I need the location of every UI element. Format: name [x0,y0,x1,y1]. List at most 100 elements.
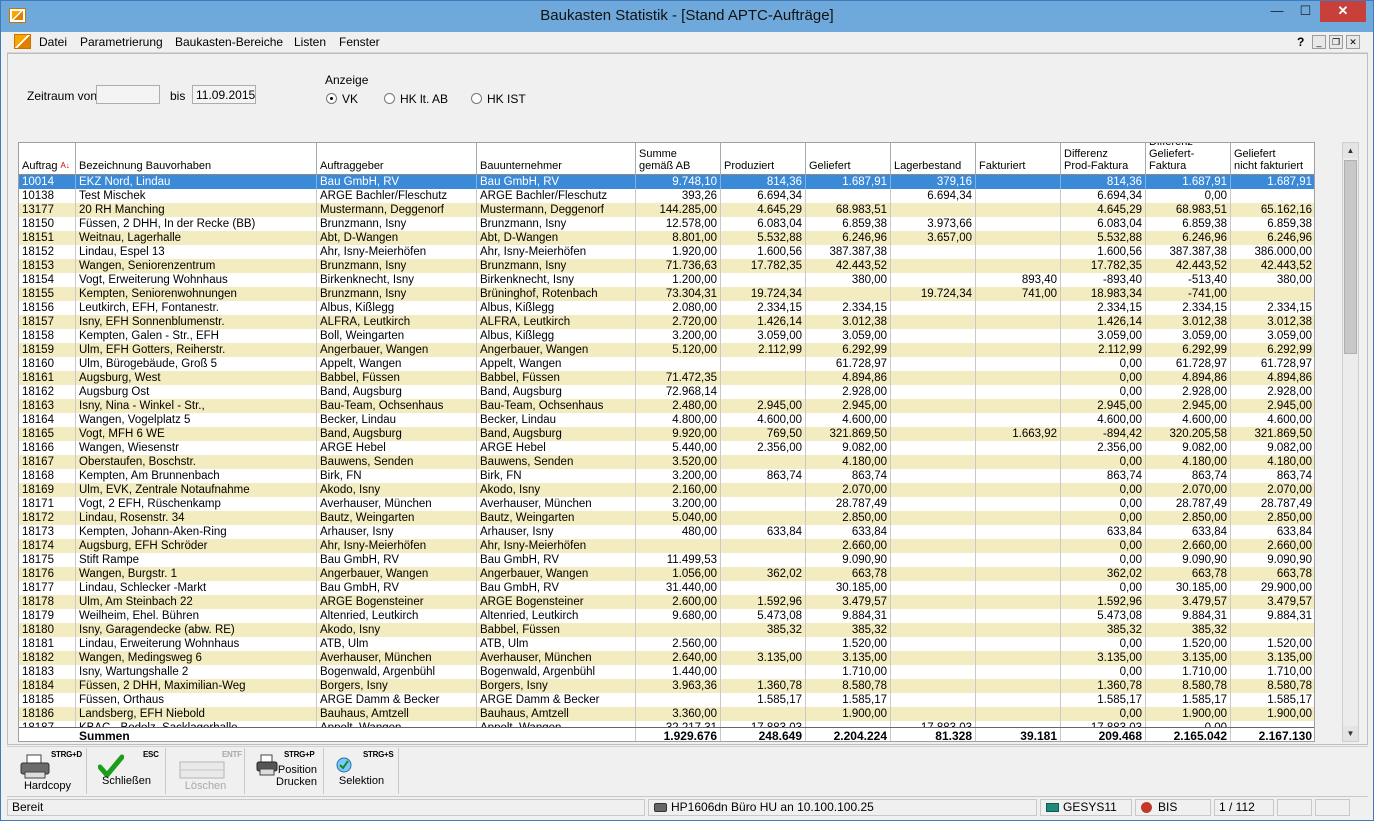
menu-datei[interactable]: Datei [39,35,67,49]
table-row[interactable]: 18163 Isny, Nina - Winkel - Str., Bau-Team… [19,399,1314,413]
document-icon[interactable] [14,34,31,49]
loeschen-button[interactable]: ENTF Löschen [167,748,245,794]
menu-listen[interactable]: Listen [294,35,326,49]
cell-geliefert-nicht-fakturiert: 633,84 [1231,525,1314,539]
table-row[interactable]: 18166 Wangen, Wiesenstr ARGE Hebel ARGE Heb… [19,441,1314,455]
close-button[interactable]: ✕ [1320,1,1366,22]
mdi-minimize-icon[interactable]: _ [1312,35,1326,49]
selektion-button[interactable]: STRG+S Selektion [325,748,399,794]
table-row[interactable]: 18168 Kempten, Am Brunnenbach Birk, FN Birk… [19,469,1314,483]
statistics-table[interactable]: Auftrag A↓ Bezeichnung Bauvorhaben Auftragg… [18,142,1315,742]
cell-bauunternehmer: Ahr, Isny-Meierhöfen [477,539,636,553]
minimize-button[interactable]: — [1263,1,1291,22]
table-row[interactable]: 18179 Weilheim, Ehel. Bühren Altenried, Le… [19,609,1314,623]
column-header-label: Auftraggeber [320,160,384,172]
cell-auftraggeber: ARGE Bogensteiner [317,595,477,609]
cell-diff-geliefert-faktura: 320.205,58 [1146,427,1231,441]
table-row[interactable]: 18173 Kempten, Johann-Aken-Ring Arhauser, … [19,525,1314,539]
table-row[interactable]: 18171 Vogt, 2 EFH, Rüschenkamp Averhauser,… [19,497,1314,511]
column-header-geliefert-nicht-fakturiert[interactable]: Geliefert nicht fakturiert [1231,143,1314,175]
menu-fenster[interactable]: Fenster [339,35,380,49]
table-row[interactable]: 18181 Lindau, Erweiterung Wohnhaus ATB, Ul… [19,637,1314,651]
radio-hk-ist[interactable] [471,93,482,104]
table-row[interactable]: 18172 Lindau, Rosenstr. 34 Bautz, Weingart… [19,511,1314,525]
table-row[interactable]: 18180 Isny, Garagendecke (abw. RE) Akodo, … [19,623,1314,637]
column-header-produziert[interactable]: Produziert [721,143,806,175]
column-header-auftraggeber[interactable]: Auftraggeber [317,143,477,175]
table-row[interactable]: 18176 Wangen, Burgstr. 1 Angerbauer, Wange… [19,567,1314,581]
date-from-field[interactable] [96,85,160,104]
radio-vk[interactable] [326,93,337,104]
column-header-fakturiert[interactable]: Fakturiert [976,143,1061,175]
column-header-diff-geliefert-faktura[interactable]: Differenz Geliefert-Faktura [1146,143,1231,175]
table-row[interactable]: 18152 Lindau, Espel 13 Ahr, Isny-Meierhöfe… [19,245,1314,259]
maximize-button[interactable]: ☐ [1292,1,1319,22]
table-row[interactable]: 18185 Füssen, Orthaus ARGE Damm & Becker AR… [19,693,1314,707]
table-row[interactable]: 18167 Oberstaufen, Boschstr. Bauwens, Send… [19,455,1314,469]
table-row[interactable]: 18155 Kempten, Seniorenwohnungen Brunzmann… [19,287,1314,301]
cell-produziert: 1.360,78 [721,679,806,693]
schliessen-button[interactable]: ESC Schließen [88,748,166,794]
column-header-diff-prod-faktura[interactable]: Differenz Prod-Faktura [1061,143,1146,175]
table-row[interactable]: 18165 Vogt, MFH 6 WE Band, Augsburg Band, A… [19,427,1314,441]
radio-hk-ab-label[interactable]: HK lt. AB [400,92,448,106]
table-row[interactable]: 18178 Ulm, Am Steinbach 22 ARGE Bogenstein… [19,595,1314,609]
cell-diff-prod-faktura: 0,00 [1061,483,1146,497]
scroll-up-icon[interactable]: ▲ [1343,143,1358,158]
column-header-bezeichnung[interactable]: Bezeichnung Bauvorhaben [76,143,317,175]
table-row[interactable]: 18154 Vogt, Erweiterung Wohnhaus Birkenkne… [19,273,1314,287]
radio-vk-label[interactable]: VK [342,92,358,106]
cell-summe: 3.520,00 [636,455,721,469]
column-header-auftrag[interactable]: Auftrag A↓ [19,143,76,175]
position-drucken-button[interactable]: STRG+P Position Drucken [246,748,324,794]
menu-baukasten-bereiche[interactable]: Baukasten-Bereiche [175,35,283,49]
table-row[interactable]: 18159 Ulm, EFH Gotters, Reiherstr. Angerba… [19,343,1314,357]
radio-hk-ist-label[interactable]: HK IST [487,92,526,106]
table-row[interactable]: 18161 Augsburg, West Babbel, Füssen Babbel,… [19,371,1314,385]
table-row[interactable]: 10138 Test Mischek ARGE Bachler/Fleschutz A… [19,189,1314,203]
table-row[interactable]: 18156 Leutkirch, EFH, Fontanestr. Albus, K… [19,301,1314,315]
table-row[interactable]: 18177 Lindau, Schlecker -Markt Bau GmbH, R… [19,581,1314,595]
date-to-field[interactable]: 11.09.2015 [192,85,256,104]
column-header-bauunternehmer[interactable]: Bauunternehmer [477,143,636,175]
table-row[interactable]: 18186 Landsberg, EFH Niebold Bauhaus, Amtz… [19,707,1314,721]
vertical-scrollbar[interactable]: ▲ ▼ [1342,142,1359,742]
table-row[interactable]: 10014 EKZ Nord, Lindau Bau GmbH, RV Bau Gmb… [19,175,1314,189]
cell-geliefert: 380,00 [806,273,891,287]
cell-geliefert: 42.443,52 [806,259,891,273]
column-header-summe[interactable]: Summe gemäß AB [636,143,721,175]
mdi-restore-icon[interactable]: ❐ [1329,35,1343,49]
table-row[interactable]: 18151 Weitnau, Lagerhalle Abt, D-Wangen Abt… [19,231,1314,245]
menu-parametrierung[interactable]: Parametrierung [80,35,163,49]
cell-summe: 5.120,00 [636,343,721,357]
table-row[interactable]: 18169 Ulm, EVK, Zentrale Notaufnahme Akodo… [19,483,1314,497]
table-row[interactable]: 13177 20 RH Manching Mustermann, Deggenorf… [19,203,1314,217]
table-row[interactable]: 18153 Wangen, Seniorenzentrum Brunzmann, I… [19,259,1314,273]
table-row[interactable]: 18160 Ulm, Bürogebäude, Groß 5 Appelt, Wan… [19,357,1314,371]
hardcopy-button[interactable]: STRG+D Hardcopy [9,748,87,794]
table-row[interactable]: 18184 Füssen, 2 DHH, Maximilian-Weg Borger… [19,679,1314,693]
cell-diff-geliefert-faktura: 2.945,00 [1146,399,1231,413]
table-row[interactable]: 18183 Isny, Wartungshalle 2 Bogenwald, Arg… [19,665,1314,679]
scroll-down-icon[interactable]: ▼ [1343,726,1358,741]
cell-fakturiert: 741,00 [976,287,1061,301]
table-row[interactable]: 18164 Wangen, Vogelplatz 5 Becker, Lindau B… [19,413,1314,427]
table-row[interactable]: 18174 Augsburg, EFH Schröder Ahr, Isny-Mei… [19,539,1314,553]
scroll-thumb[interactable] [1344,160,1357,354]
column-header-geliefert[interactable]: Geliefert [806,143,891,175]
table-row[interactable]: 18150 Füssen, 2 DHH, In der Recke (BB) Bru… [19,217,1314,231]
column-header-lagerbestand[interactable]: Lagerbestand [891,143,976,175]
cell-diff-geliefert-faktura: 387.387,38 [1146,245,1231,259]
cell-geliefert-nicht-fakturiert: 6.292,99 [1231,343,1314,357]
table-row[interactable]: 18182 Wangen, Medingsweg 6 Averhauser, Mün… [19,651,1314,665]
table-row[interactable]: 18175 Stift Rampe Bau GmbH, RV Bau GmbH, RV… [19,553,1314,567]
cell-auftraggeber: Bau GmbH, RV [317,581,477,595]
table-row[interactable]: 18157 Isny, EFH Sonnenblumenstr. ALFRA, Le… [19,315,1314,329]
cell-produziert: 5.473,08 [721,609,806,623]
menu-help[interactable]: ? [1297,35,1304,49]
table-row[interactable]: 18158 Kempten, Galen - Str., EFH Boll, Wei… [19,329,1314,343]
radio-hk-ab[interactable] [384,93,395,104]
table-row[interactable]: 18162 Augsburg Ost Band, Augsburg Band, Aug… [19,385,1314,399]
mdi-close-icon[interactable]: ✕ [1346,35,1360,49]
cell-geliefert-nicht-fakturiert: 2.928,00 [1231,385,1314,399]
